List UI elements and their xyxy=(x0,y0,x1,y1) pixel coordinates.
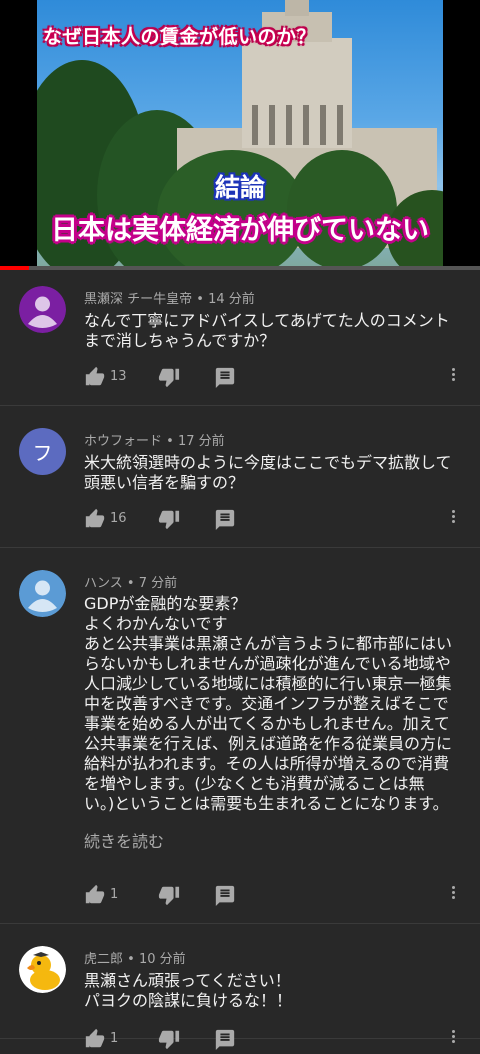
progress-bar[interactable] xyxy=(0,266,480,270)
comment-text: なんで丁寧にアドバイスしてあげてた人のコメントまで消しちゃうんですか？ xyxy=(84,311,450,350)
read-more-link[interactable]: 続きを読む xyxy=(84,828,164,852)
person-avatar-icon xyxy=(19,286,66,333)
meta-separator: • xyxy=(192,292,209,307)
video-headline: なぜ日本人の賃金が低いのか？ xyxy=(43,26,317,48)
comment-meta: 虎二郎 • 10 分前 xyxy=(84,948,186,967)
more-vert-icon[interactable] xyxy=(450,366,456,388)
thumbs-down-icon[interactable] xyxy=(158,508,180,530)
video-subline: 日本は実体経済が伸びていない xyxy=(51,215,429,246)
thumbs-down-icon[interactable] xyxy=(158,1028,180,1050)
comment-actions: 1 xyxy=(84,884,464,908)
video-conclusion: 結論 xyxy=(214,173,265,202)
duck-icon xyxy=(19,946,66,993)
comment-actions: 13 xyxy=(84,366,464,390)
reply-icon[interactable] xyxy=(214,884,236,906)
video-thumbnail: なぜ日本人の賃金が低いのか？ 結論 日本は実体経済が伸びていない xyxy=(37,0,443,266)
more-vert-icon[interactable] xyxy=(450,884,456,906)
avatar[interactable] xyxy=(19,286,66,333)
comment-item: 虎二郎 • 10 分前黒瀬さん頑張ってください！ パヨクの陰謀に負けるな！！ 1 xyxy=(0,924,480,1050)
comment-item: ハンス • 7 分前 GDPが金融的な要素？ よくわかんないです あと公共事業は黒… xyxy=(0,548,480,924)
like-count: 13 xyxy=(110,369,127,384)
comment-meta: ハンス • 7 分前 xyxy=(84,572,177,591)
avatar[interactable] xyxy=(19,946,66,993)
comment-item: フホウフォード • 17 分前 米大統領選時のように今度はここでもデマ拡散して頭悪… xyxy=(0,406,480,548)
thumbs-up-icon[interactable] xyxy=(84,508,106,530)
more-vert-icon[interactable] xyxy=(450,508,456,530)
thumbs-down-icon[interactable] xyxy=(158,884,180,906)
avatar[interactable] xyxy=(19,570,66,617)
comment-author[interactable]: ハンス xyxy=(84,576,123,591)
comment-meta: 黒瀬深 チー牛皇帝 • 14 分前 xyxy=(84,288,255,307)
meta-separator: • xyxy=(162,434,178,449)
comment-time: 7 分前 xyxy=(138,576,178,591)
comment-text: 黒瀬さん頑張ってください！ パヨクの陰謀に負けるな！！ xyxy=(84,971,293,1010)
reply-icon[interactable] xyxy=(214,1028,236,1050)
like-count: 1 xyxy=(110,1031,119,1046)
progress-fill xyxy=(0,266,29,270)
reply-icon[interactable] xyxy=(214,366,236,388)
comment-item: 黒瀬深 チー牛皇帝 • 14 分前なんで丁寧にアドバイスしてあげてた人のコメント… xyxy=(0,271,480,406)
comment-actions: 1 xyxy=(84,1028,464,1052)
comment-time: 10 分前 xyxy=(138,952,186,967)
video-player[interactable]: なぜ日本人の賃金が低いのか？ 結論 日本は実体経済が伸びていない xyxy=(0,0,480,270)
comment-meta: ホウフォード • 17 分前 xyxy=(84,430,225,449)
comment-text: GDPが金融的な要素？ よくわかんないです あと公共事業は黒瀬さんが言うように都… xyxy=(84,594,453,813)
meta-separator: • xyxy=(122,576,139,591)
comment-actions: 16 xyxy=(84,508,464,532)
like-count: 1 xyxy=(110,887,119,902)
comment-author[interactable]: 虎二郎 xyxy=(84,952,123,967)
comment-time: 17 分前 xyxy=(177,434,225,449)
thumbs-down-icon[interactable] xyxy=(158,366,180,388)
avatar-letter: フ xyxy=(19,428,66,475)
person-avatar-icon xyxy=(19,570,66,617)
comment-text: 米大統領選時のように今度はここでもデマ拡散して頭悪い信者を騙すの？ xyxy=(84,453,452,492)
thumbs-up-icon[interactable] xyxy=(84,366,106,388)
thumbs-up-icon[interactable] xyxy=(84,884,106,906)
comment-author[interactable]: ホウフォード xyxy=(84,434,162,449)
reply-icon[interactable] xyxy=(214,508,236,530)
comment-time: 14 分前 xyxy=(208,292,255,307)
meta-separator: • xyxy=(123,952,139,967)
thumbs-up-icon[interactable] xyxy=(84,1028,106,1050)
avatar[interactable]: フ xyxy=(19,428,66,475)
like-count: 16 xyxy=(110,511,127,526)
comment-author[interactable]: 黒瀬深 チー牛皇帝 xyxy=(84,292,192,307)
more-vert-icon[interactable] xyxy=(450,1028,456,1050)
